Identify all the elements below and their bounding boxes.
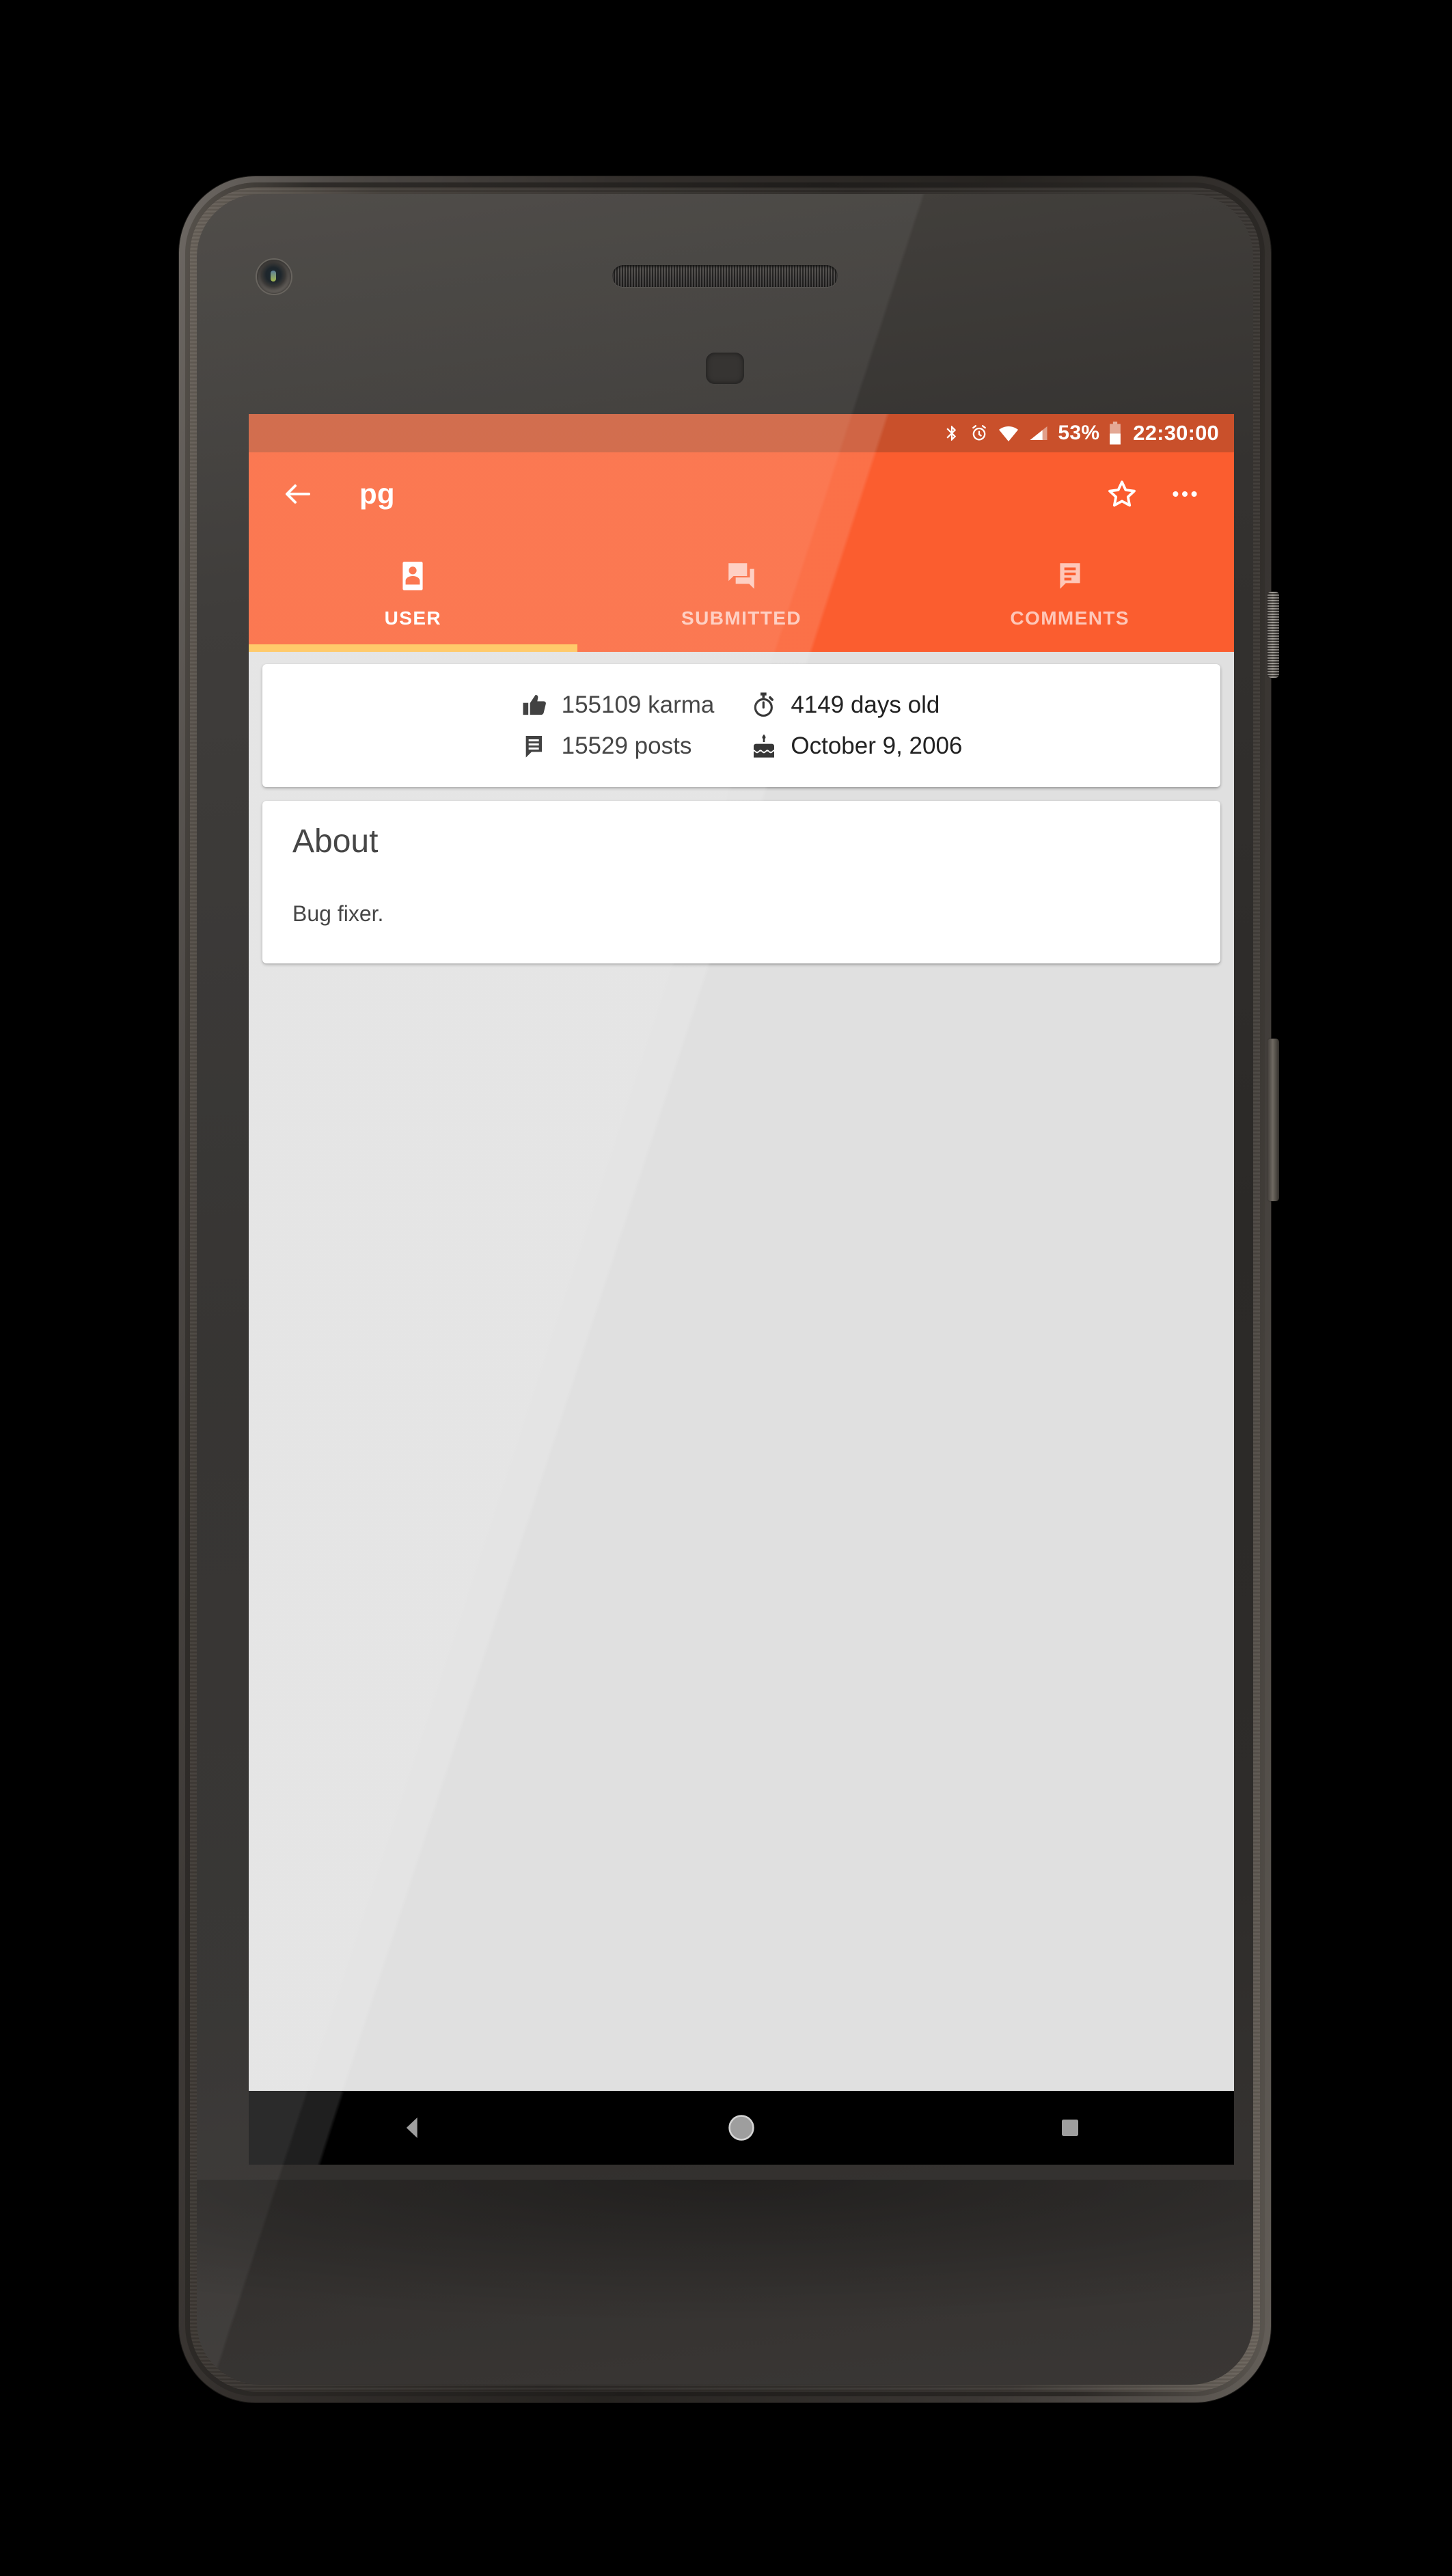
volume-rocker-button[interactable] [1268,1039,1279,1201]
front-camera-icon [257,260,291,294]
forum-icon [724,559,758,597]
star-outline-icon[interactable] [1091,478,1153,510]
android-navigation-bar [249,2091,1234,2165]
comment-list-icon [1053,559,1087,597]
page-title: pg [359,478,395,510]
tab-user-label: USER [384,607,442,629]
tab-active-indicator [249,644,577,652]
battery-icon [1108,422,1122,445]
more-horizontal-icon[interactable] [1153,478,1216,510]
power-button[interactable] [1268,592,1279,678]
back-arrow-icon[interactable] [266,478,329,510]
phone-mockup: 53% 22:30:00 pg USER SUBMITTED COMMENTS … [179,176,1279,2402]
user-stats-card: 155109 karma 4149 days old 15529 posts O… [262,664,1220,787]
wifi-icon [998,422,1019,444]
phone-front-glass: 53% 22:30:00 pg USER SUBMITTED COMMENTS … [197,194,1253,2385]
stat-posts-label: 15529 posts [561,732,692,759]
alarm-icon [970,422,989,444]
stat-posts: 15529 posts [521,732,715,760]
stat-created-date: October 9, 2006 [750,732,962,760]
cellular-signal-icon [1028,422,1049,444]
status-bar-clock: 22:30:00 [1133,421,1219,445]
status-bar: 53% 22:30:00 [249,414,1234,452]
stat-account-age-label: 4149 days old [791,691,940,718]
battery-percent-label: 53% [1058,422,1100,444]
timer-icon [750,691,778,719]
tab-submitted[interactable]: SUBMITTED [577,536,906,652]
phone-chin-shading [197,2180,1253,2385]
stat-karma-label: 155109 karma [561,691,715,718]
nav-back-icon[interactable] [249,2114,577,2141]
user-stats-grid: 155109 karma 4149 days old 15529 posts O… [521,691,962,760]
stat-karma: 155109 karma [521,691,715,719]
content-area: 155109 karma 4149 days old 15529 posts O… [249,652,1234,963]
tab-comments[interactable]: COMMENTS [905,536,1234,652]
phone-screen: 53% 22:30:00 pg USER SUBMITTED COMMENTS … [249,414,1234,2165]
thumb-up-icon [521,691,549,719]
app-bar: pg [249,452,1234,536]
proximity-sensor [706,353,744,384]
about-title: About [292,823,379,860]
cake-icon [750,732,778,760]
tab-bar: USER SUBMITTED COMMENTS [249,536,1234,652]
earpiece-speaker [612,265,838,287]
bluetooth-icon [943,422,961,444]
tab-submitted-label: SUBMITTED [681,607,802,629]
account-box-icon [396,559,430,597]
nav-home-icon[interactable] [577,2113,906,2143]
nav-recents-icon[interactable] [905,2115,1234,2140]
tab-comments-label: COMMENTS [1010,607,1129,629]
stat-created-date-label: October 9, 2006 [791,732,963,759]
about-card: About Bug fixer. [262,801,1220,963]
tab-user[interactable]: USER [249,536,577,652]
stat-account-age: 4149 days old [750,691,962,719]
about-body: Bug fixer. [292,901,384,926]
comment-icon [521,732,549,760]
